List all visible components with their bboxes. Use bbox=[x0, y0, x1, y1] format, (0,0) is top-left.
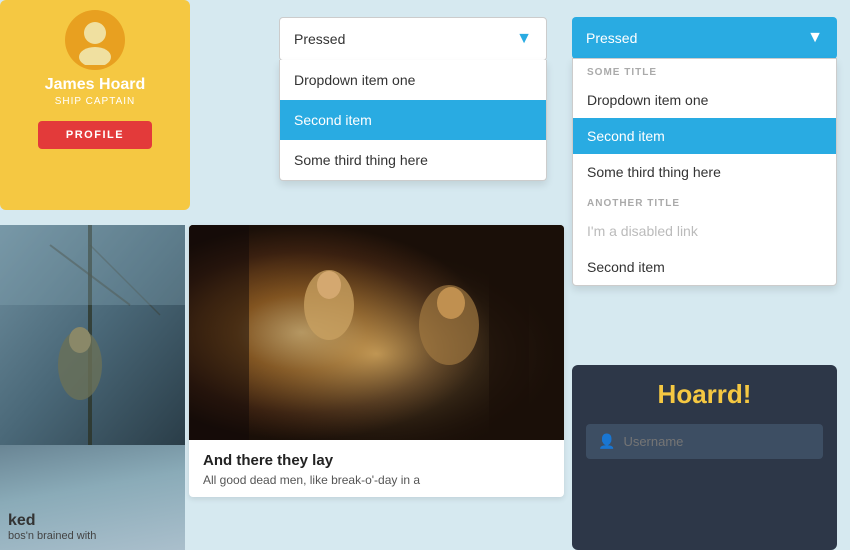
username-input-wrap[interactable]: 👤 bbox=[586, 424, 823, 459]
chevron-down-icon-2: ▼ bbox=[807, 29, 823, 47]
left-card-title: ked bbox=[8, 512, 177, 530]
profile-name: James Hoard bbox=[45, 76, 146, 94]
avatar bbox=[65, 10, 125, 70]
card-caption: And there they lay All good dead men, li… bbox=[189, 440, 564, 497]
dropdown-advanced-trigger[interactable]: Pressed ▼ bbox=[572, 17, 837, 59]
left-card-body: bos'n brained with bbox=[8, 530, 177, 542]
dropdown-advanced: Pressed ▼ SOME TITLE Dropdown item one S… bbox=[572, 17, 837, 59]
login-title: Hoarrd! bbox=[658, 379, 752, 410]
login-box: Hoarrd! 👤 bbox=[572, 365, 837, 550]
avatar-icon bbox=[70, 15, 120, 65]
painting-image bbox=[189, 225, 564, 440]
adv-item-5[interactable]: Second item bbox=[573, 249, 836, 285]
section-title-2: ANOTHER TITLE bbox=[573, 190, 836, 213]
username-input[interactable] bbox=[623, 434, 811, 449]
dropdown-simple-item-3[interactable]: Some third thing here bbox=[280, 140, 546, 180]
painting-svg bbox=[189, 225, 564, 440]
image-card-2: And there they lay All good dead men, li… bbox=[189, 225, 564, 497]
dropdown-simple-item-1[interactable]: Dropdown item one bbox=[280, 60, 546, 100]
dropdown-simple-value: Pressed bbox=[294, 31, 345, 47]
left-painting-svg bbox=[0, 225, 185, 445]
left-painting-card bbox=[0, 225, 185, 445]
card-2-body: All good dead men, like break-o'-day in … bbox=[203, 473, 550, 487]
dropdown-simple: Pressed ▼ Dropdown item one Second item … bbox=[279, 17, 547, 61]
user-icon: 👤 bbox=[598, 433, 615, 450]
dropdown-simple-trigger[interactable]: Pressed ▼ bbox=[279, 17, 547, 61]
profile-button[interactable]: PROFILE bbox=[38, 121, 152, 149]
dropdown-simple-item-2[interactable]: Second item bbox=[280, 100, 546, 140]
dropdown-advanced-menu: SOME TITLE Dropdown item one Second item… bbox=[572, 58, 837, 286]
chevron-down-icon: ▼ bbox=[516, 30, 532, 48]
dropdown-simple-menu: Dropdown item one Second item Some third… bbox=[279, 60, 547, 181]
profile-title: SHIP CAPTAIN bbox=[55, 96, 136, 107]
adv-item-1[interactable]: Dropdown item one bbox=[573, 82, 836, 118]
card-2-title: And there they lay bbox=[203, 452, 550, 469]
adv-item-2[interactable]: Second item bbox=[573, 118, 836, 154]
section-title-1: SOME TITLE bbox=[573, 59, 836, 82]
adv-item-3[interactable]: Some third thing here bbox=[573, 154, 836, 190]
adv-item-disabled: I'm a disabled link bbox=[573, 213, 836, 249]
dropdown-advanced-value: Pressed bbox=[586, 30, 637, 46]
profile-card: James Hoard SHIP CAPTAIN PROFILE bbox=[0, 0, 190, 210]
